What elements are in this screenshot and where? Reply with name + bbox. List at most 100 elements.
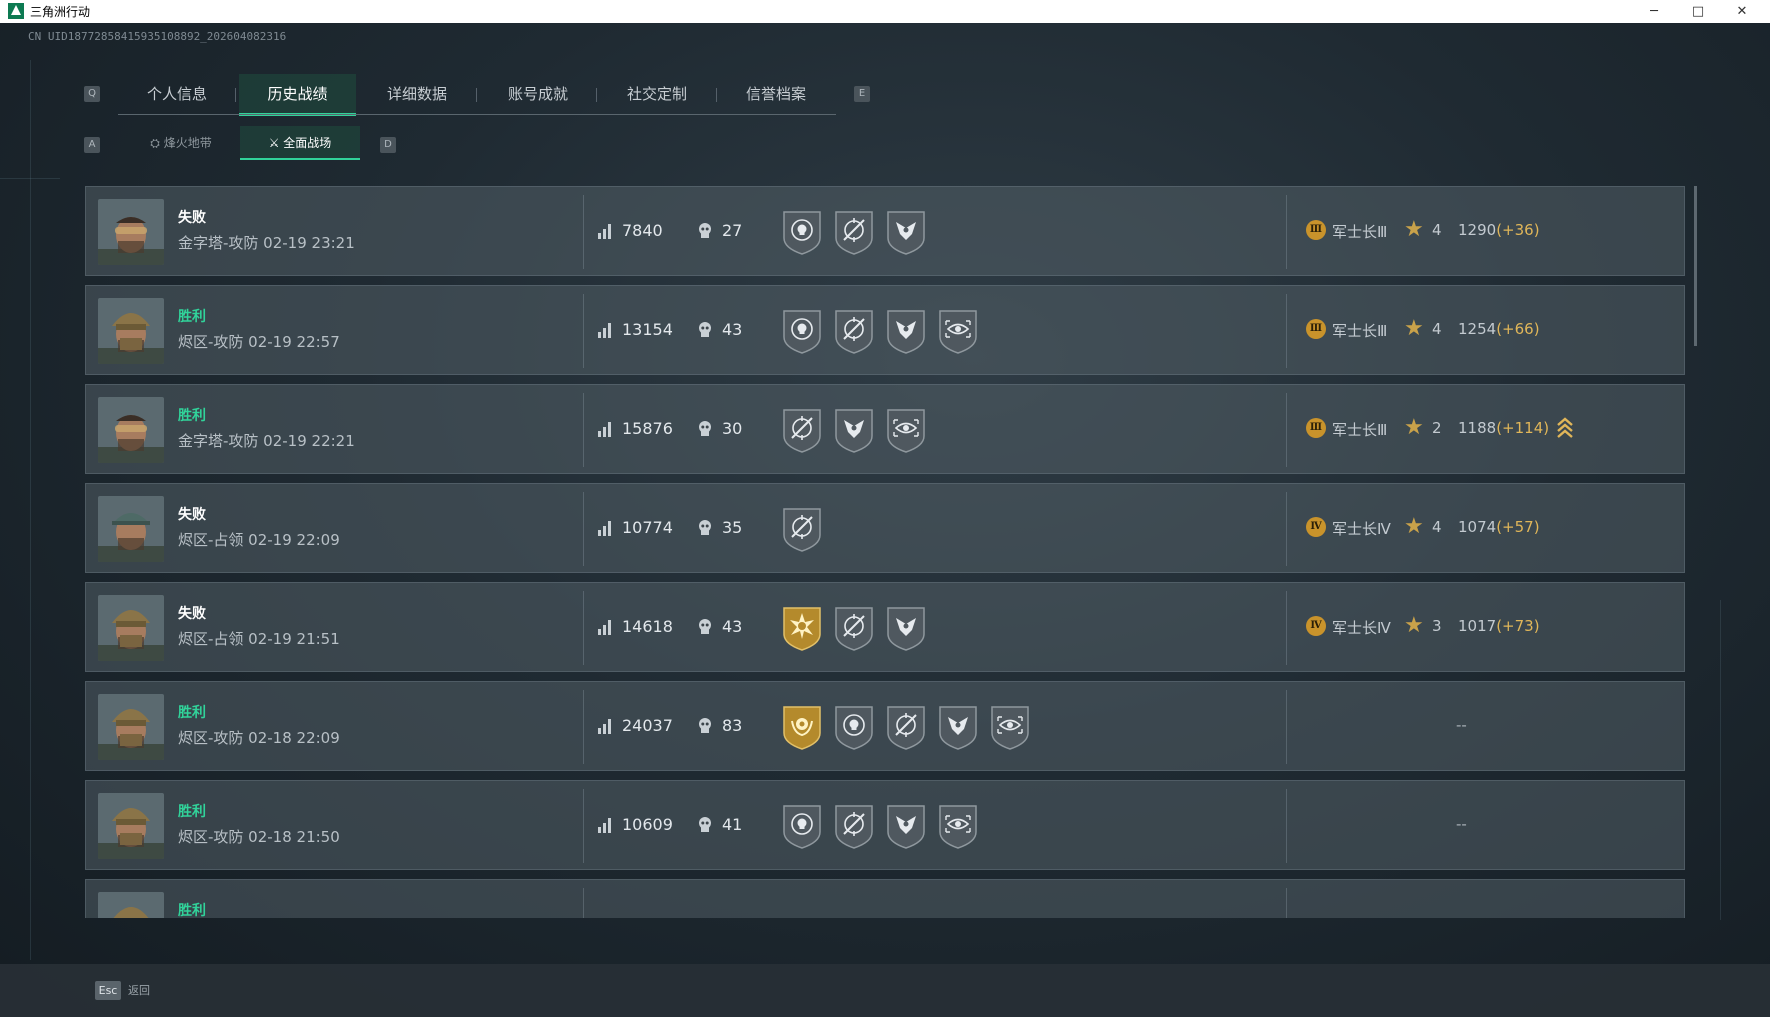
match-result: 失败: [178, 606, 206, 622]
minimize-button[interactable]: ─: [1632, 0, 1676, 23]
kills-skull-icon: [698, 420, 712, 438]
maximize-button[interactable]: □: [1676, 0, 1720, 23]
score-bars-icon: [598, 322, 613, 338]
crosshair-medal-icon[interactable]: [832, 307, 876, 355]
eye-target-medal-icon[interactable]: [936, 802, 980, 850]
crosshair-medal-icon[interactable]: [832, 208, 876, 256]
skull-target-medal-icon[interactable]: [780, 208, 824, 256]
match-result: 胜利: [178, 408, 206, 424]
list-scrollbar[interactable]: [1694, 186, 1697, 346]
match-result: 胜利: [178, 804, 206, 820]
row-divider: [1286, 393, 1287, 467]
row-divider: [583, 888, 584, 918]
kills-skull-icon: [698, 519, 712, 537]
match-map-time: 烬区-占领 02-19 22:09: [178, 531, 340, 549]
subtab-prev-key[interactable]: A: [84, 137, 100, 153]
close-button[interactable]: ✕: [1720, 0, 1764, 23]
match-score: 24037: [622, 716, 673, 735]
eagle-medal-icon[interactable]: [936, 703, 980, 751]
match-row[interactable]: 失败 烬区-占领 02-19 22:09 10774 35 Ⅳ 军士长Ⅳ ★ 4 1074(+5…: [85, 483, 1685, 573]
tab-personal-info[interactable]: 个人信息: [120, 74, 234, 114]
row-divider: [1286, 492, 1287, 566]
match-row[interactable]: 胜利 金字塔-攻防 02-19 22:21 15876 30 Ⅲ 军士长Ⅲ ★ 2 1188(+…: [85, 384, 1685, 474]
match-row[interactable]: 失败 烬区-占领 02-19 21:51 14618 43 Ⅳ 军士长Ⅳ ★ 3 1017(+7…: [85, 582, 1685, 672]
tab-match-history[interactable]: 历史战绩: [239, 74, 356, 116]
crosshair-medal-icon[interactable]: [780, 505, 824, 553]
battlefield-icon: ⚔: [268, 136, 280, 150]
eagle-medal-icon[interactable]: [832, 406, 876, 454]
tabbar-underline: [118, 114, 836, 115]
rank-points: 1188(+114): [1458, 419, 1549, 437]
row-divider: [583, 591, 584, 665]
eagle-medal-icon[interactable]: [884, 208, 928, 256]
deco-line: [1720, 600, 1721, 920]
skull-target-medal-icon[interactable]: [832, 703, 876, 751]
tab-achievements[interactable]: 账号成就: [478, 74, 598, 114]
tab-detailed-data[interactable]: 详细数据: [360, 74, 474, 114]
tab-next-key[interactable]: E: [854, 86, 870, 102]
tab-credit-record[interactable]: 信誉档案: [718, 74, 834, 114]
row-divider: [1286, 888, 1287, 918]
crosshair-medal-icon[interactable]: [832, 802, 876, 850]
match-result: 胜利: [178, 903, 206, 918]
tab-separator: [235, 88, 236, 102]
subtab-battlefield[interactable]: ⚔ 全面战场: [240, 126, 360, 160]
match-result: 失败: [178, 210, 206, 226]
operator-avatar: [98, 892, 164, 918]
crosshair-medal-icon[interactable]: [780, 406, 824, 454]
rank-points-value: 1188: [1458, 419, 1497, 437]
row-divider: [583, 492, 584, 566]
rank-points-empty: --: [1456, 815, 1467, 833]
match-score: 14618: [622, 617, 673, 636]
tab-separator: [596, 88, 597, 102]
rank-star-icon: ★: [1404, 613, 1424, 638]
tab-prev-key[interactable]: Q: [84, 86, 100, 102]
score-bars-icon: [598, 619, 613, 635]
match-map-time: 金字塔-攻防 02-19 23:21: [178, 234, 355, 252]
tab-social-custom[interactable]: 社交定制: [598, 74, 716, 114]
match-kills: 43: [722, 320, 743, 339]
operator-avatar: [98, 793, 164, 859]
eye-target-medal-icon[interactable]: [936, 307, 980, 355]
rank-points-value: 1290: [1458, 221, 1497, 239]
match-history-list[interactable]: 失败 金字塔-攻防 02-19 23:21 7840 27 Ⅲ 军士长Ⅲ ★ 4 1290(+3…: [85, 186, 1685, 918]
rank-name: 军士长Ⅲ: [1332, 322, 1388, 340]
gold-wreath-medal-icon[interactable]: [780, 703, 824, 751]
app-logo-icon: [8, 3, 24, 19]
rank-stars: 4: [1432, 320, 1442, 338]
match-score: 7840: [622, 221, 663, 240]
skull-target-medal-icon[interactable]: [780, 307, 824, 355]
match-score: 10609: [622, 815, 673, 834]
match-row[interactable]: 胜利 烬区-攻防 02-18 22:09 24037 83 --: [85, 681, 1685, 771]
match-kills: 35: [722, 518, 743, 537]
rank-up-chevron-icon: [1556, 415, 1574, 441]
bottom-bar: [0, 964, 1770, 1017]
match-row[interactable]: 胜利 烬区-攻防 02-19 22:57 13154 43 Ⅲ 军士长Ⅲ ★ 4 1254(+6…: [85, 285, 1685, 375]
gold-burst-medal-icon[interactable]: [780, 604, 824, 652]
crosshair-medal-icon[interactable]: [884, 703, 928, 751]
tab-separator: [716, 88, 717, 102]
rank-points-delta: (+114): [1496, 419, 1550, 437]
match-row[interactable]: 失败 金字塔-攻防 02-19 23:21 7840 27 Ⅲ 军士长Ⅲ ★ 4 1290(+3…: [85, 186, 1685, 276]
window-titlebar: 三角洲行动 ─ □ ✕: [0, 0, 1770, 23]
operator-avatar: [98, 199, 164, 265]
eagle-medal-icon[interactable]: [884, 604, 928, 652]
match-row[interactable]: 胜利: [85, 879, 1685, 918]
match-map-time: 烬区-攻防 02-18 22:09: [178, 729, 340, 747]
row-divider: [1286, 690, 1287, 764]
rank-star-icon: ★: [1404, 514, 1424, 539]
crosshair-medal-icon[interactable]: [832, 604, 876, 652]
skull-target-medal-icon[interactable]: [780, 802, 824, 850]
esc-key-hint[interactable]: Esc: [95, 981, 121, 1000]
match-row[interactable]: 胜利 烬区-攻防 02-18 21:50 10609 41 --: [85, 780, 1685, 870]
eye-target-medal-icon[interactable]: [884, 406, 928, 454]
kills-skull-icon: [698, 618, 712, 636]
subtab-firezone[interactable]: ⛭ 烽火地带: [122, 126, 240, 160]
rank-points: 1074(+57): [1458, 518, 1540, 536]
back-label[interactable]: 返回: [128, 982, 150, 998]
eagle-medal-icon[interactable]: [884, 307, 928, 355]
subtab-next-key[interactable]: D: [380, 137, 396, 153]
eye-target-medal-icon[interactable]: [988, 703, 1032, 751]
operator-avatar: [98, 595, 164, 661]
eagle-medal-icon[interactable]: [884, 802, 928, 850]
